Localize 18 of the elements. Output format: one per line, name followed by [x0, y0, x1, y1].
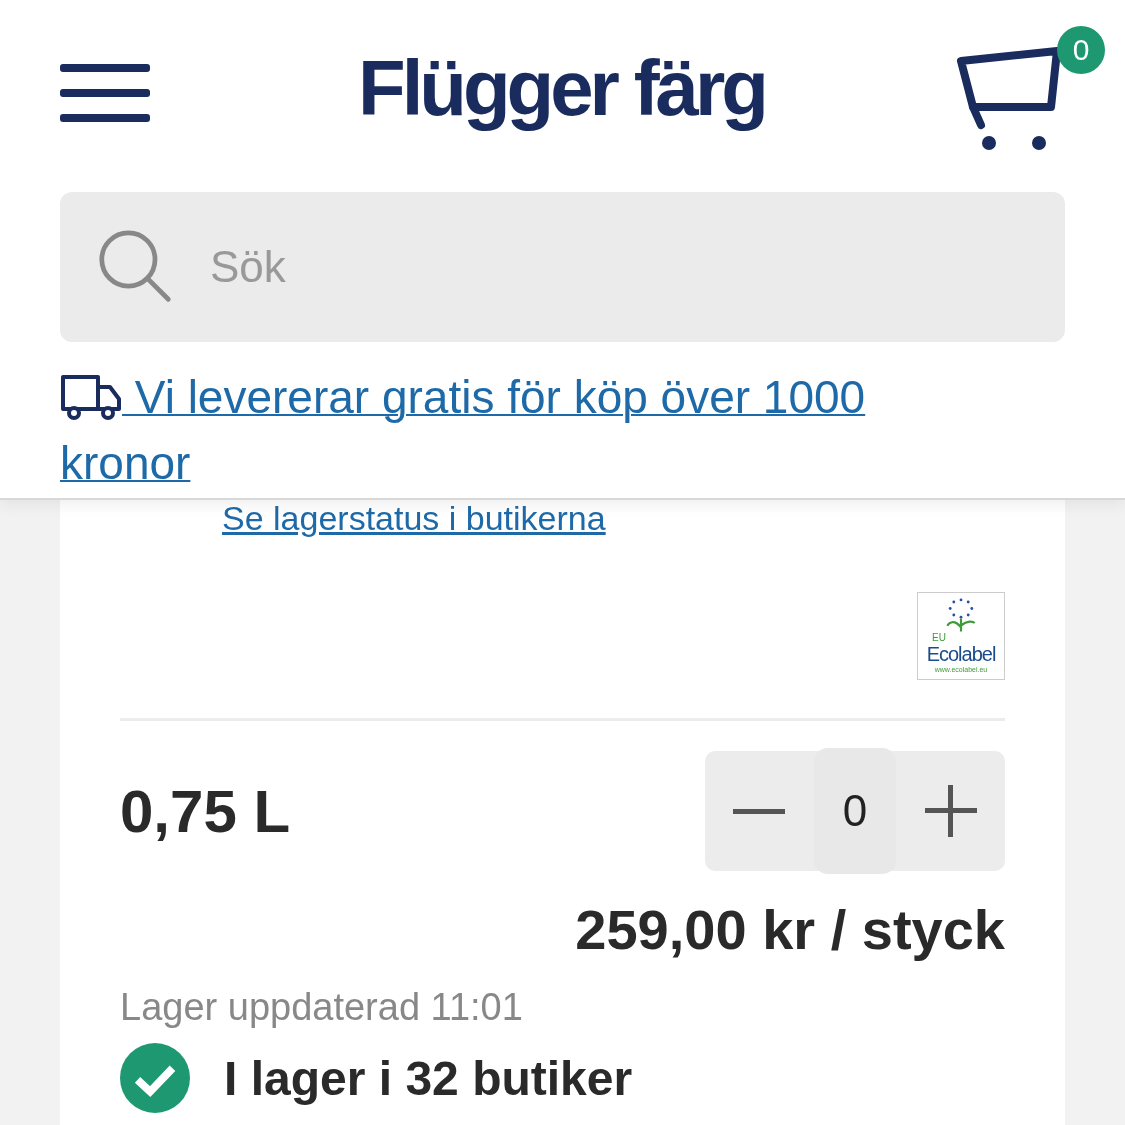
free-delivery-link[interactable]: Vi levererar gratis för köp över 1000 kronor: [60, 364, 920, 496]
product-size: 0,75 L: [120, 776, 291, 846]
ecolabel-region: EU: [932, 633, 946, 643]
ecolabel-name: Ecolabel: [926, 643, 996, 665]
minus-icon: [733, 808, 785, 814]
brand-logo[interactable]: Flügger färg: [168, 43, 955, 134]
quantity-field[interactable]: 0: [814, 748, 896, 874]
stock-status-link[interactable]: Se lagerstatus i butikerna: [222, 500, 606, 536]
search-field[interactable]: Sök: [208, 241, 1027, 293]
stock-updated-text: Lager uppdaterad 11:01: [120, 986, 524, 1029]
availability-text: I lager i 32 butiker: [224, 1050, 633, 1106]
truck-icon: [60, 373, 122, 421]
unit-price: 259,00 kr / styck: [574, 897, 1005, 962]
plus-icon: [925, 785, 977, 837]
menu-icon[interactable]: [60, 63, 150, 122]
cart-count-badge: 0: [1057, 25, 1105, 74]
search-bar[interactable]: Sök: [60, 192, 1065, 342]
search-icon: [98, 229, 174, 305]
